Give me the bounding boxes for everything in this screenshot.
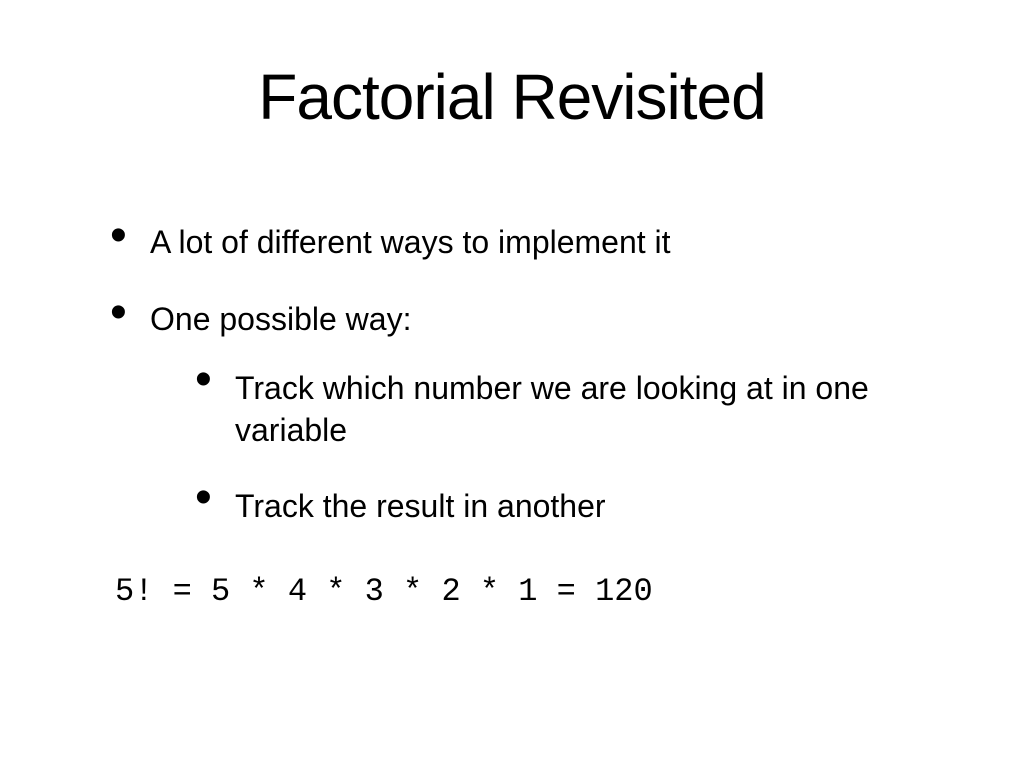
bullet-text: One possible way: bbox=[150, 301, 411, 337]
sub-bullet-item: Track which number we are looking at in … bbox=[195, 368, 944, 451]
bullet-item: A lot of different ways to implement it bbox=[110, 224, 944, 261]
sub-bullet-item: Track the result in another bbox=[195, 486, 944, 528]
bullet-list: A lot of different ways to implement it … bbox=[80, 224, 944, 528]
sub-bullet-text: Track the result in another bbox=[235, 488, 606, 524]
sub-bullet-list: Track which number we are looking at in … bbox=[150, 368, 944, 528]
code-example: 5! = 5 * 4 * 3 * 2 * 1 = 120 bbox=[115, 573, 944, 610]
bullet-item: One possible way: Track which number we … bbox=[110, 301, 944, 528]
slide-title: Factorial Revisited bbox=[80, 60, 944, 134]
sub-bullet-text: Track which number we are looking at in … bbox=[235, 370, 869, 448]
bullet-text: A lot of different ways to implement it bbox=[150, 224, 671, 260]
